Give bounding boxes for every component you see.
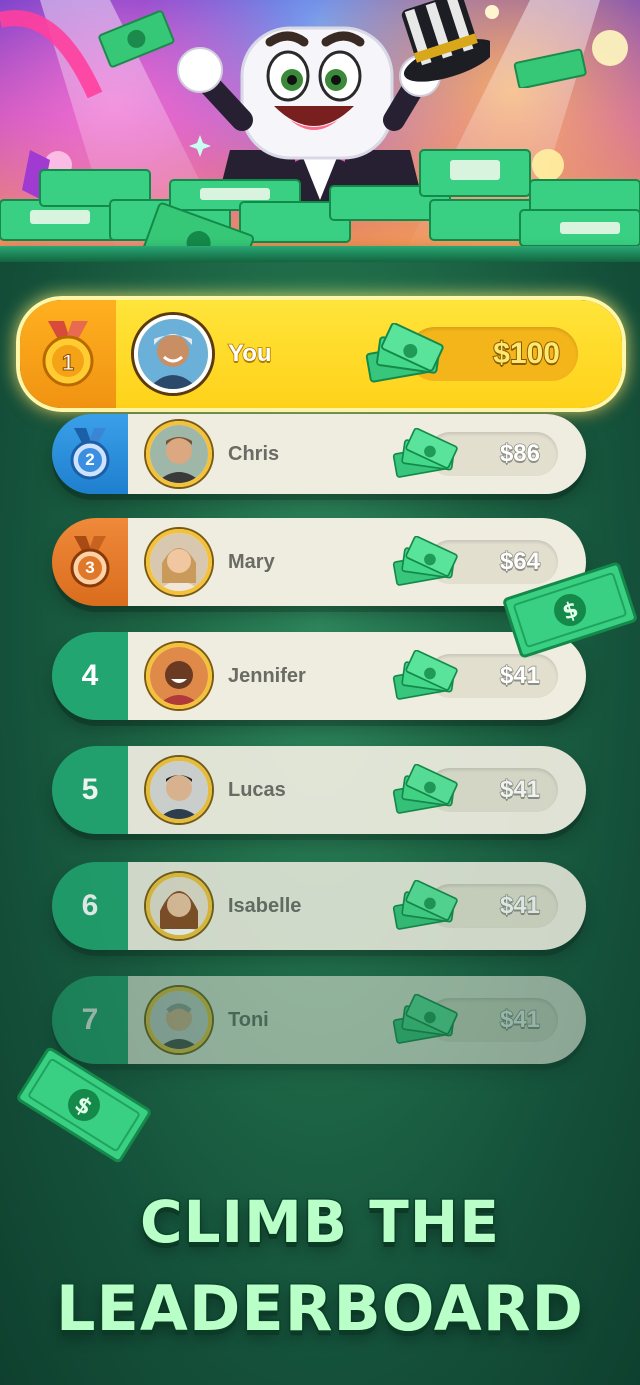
leaderboard-row-1[interactable]: 1 You $100 <box>16 296 626 412</box>
amount-pill: $41 <box>392 764 558 814</box>
player-name: You <box>227 339 272 368</box>
amount-value: $41 <box>499 661 541 690</box>
dollar-bill-icon: $ <box>17 1047 151 1163</box>
cash-stack-icon <box>392 650 458 700</box>
avatar <box>146 643 212 709</box>
amount-pill: $41 <box>392 994 558 1044</box>
leaderboard-row-2[interactable]: 2 Chris $86 <box>52 414 586 494</box>
tagline-line-1: CLIMB THE <box>139 1187 501 1258</box>
avatar <box>146 529 212 595</box>
amount-value: $86 <box>499 439 541 468</box>
leaderboard-list: 1 You $100 2 Chris $86 3 Mary $64 4 Jenn… <box>0 0 640 1100</box>
avatar <box>146 757 212 823</box>
rank-badge-6: 6 <box>52 862 128 950</box>
amount-value: $100 <box>492 336 561 371</box>
rank-badge-4: 4 <box>52 632 128 720</box>
amount-value: $41 <box>499 1005 541 1034</box>
row-content: You $100 <box>116 300 622 408</box>
amount-value: $41 <box>499 891 541 920</box>
player-name: Lucas <box>228 778 286 801</box>
player-name: Jennifer <box>228 664 306 687</box>
rank-badge-1: 1 <box>20 300 116 408</box>
tagline-line-2: LEADERBOARD <box>55 1271 585 1347</box>
cash-stack-icon <box>392 428 458 478</box>
cash-stack-icon <box>365 323 444 383</box>
avatar <box>134 315 212 393</box>
rank-badge-2: 2 <box>52 414 128 494</box>
row-content: Toni $41 <box>128 976 586 1064</box>
amount-pill: $86 <box>392 428 558 478</box>
player-name: Mary <box>228 550 275 573</box>
avatar <box>146 987 212 1053</box>
player-name: Isabelle <box>228 894 302 917</box>
row-content: Isabelle $41 <box>128 862 586 950</box>
amount-pill: $41 <box>392 650 558 700</box>
rank-badge-3: 3 <box>52 518 128 606</box>
amount-pill: $100 <box>365 323 578 383</box>
leaderboard-row-5[interactable]: 5 Lucas $41 <box>52 746 586 834</box>
cash-stack-icon <box>392 536 458 586</box>
rank-number: 3 <box>85 558 95 577</box>
avatar <box>146 421 212 487</box>
amount-pill: $41 <box>392 880 558 930</box>
cash-stack-icon <box>392 994 458 1044</box>
dollar-bill-icon: $ <box>503 562 637 658</box>
player-name: Toni <box>228 1008 269 1031</box>
rank-number: 2 <box>85 450 95 469</box>
player-name: Chris <box>228 442 280 465</box>
cash-stack-icon <box>392 764 458 814</box>
amount-value: $41 <box>499 775 541 804</box>
rank-number: 1 <box>61 350 75 376</box>
avatar <box>146 873 212 939</box>
row-content: Lucas $41 <box>128 746 586 834</box>
row-content: Chris $86 <box>128 414 586 494</box>
cash-stack-icon <box>392 880 458 930</box>
rank-badge-5: 5 <box>52 746 128 834</box>
leaderboard-row-6[interactable]: 6 Isabelle $41 <box>52 862 586 950</box>
